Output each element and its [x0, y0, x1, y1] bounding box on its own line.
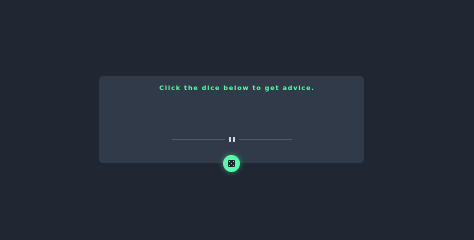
divider-line-left: [172, 139, 225, 140]
advice-prompt: Click the dice below to get advice.: [159, 84, 315, 92]
pattern-divider: [172, 136, 292, 143]
divider-line-right: [239, 139, 292, 140]
dice-button[interactable]: [223, 155, 240, 172]
dice-icon: [228, 160, 235, 167]
pause-icon: [228, 137, 236, 142]
